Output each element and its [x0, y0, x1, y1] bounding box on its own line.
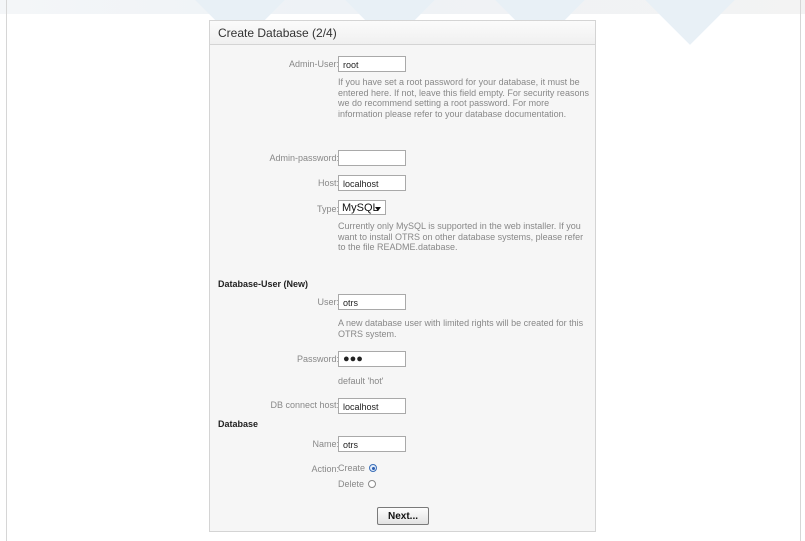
- database-type-selected-value: MySQL: [342, 202, 379, 214]
- action-delete-label: Delete: [338, 479, 365, 489]
- db-name-label: Name:: [312, 439, 339, 449]
- db-name-input[interactable]: [338, 436, 406, 452]
- action-create-option[interactable]: Create: [338, 462, 378, 474]
- action-create-label: Create: [338, 463, 366, 473]
- host-label: Host:: [317, 178, 339, 188]
- admin-user-help-text: If you have set a root password for your…: [338, 77, 589, 119]
- action-create-radio[interactable]: [369, 464, 378, 472]
- page-frame-right: [800, 0, 801, 541]
- host-input[interactable]: [338, 175, 406, 191]
- create-database-widget: Create Database (2/4) Admin-User: If you…: [209, 20, 596, 532]
- page-frame-left: [6, 0, 7, 541]
- admin-password-label: Admin-password:: [269, 153, 339, 163]
- db-connect-host-label: DB connect host:: [270, 400, 339, 410]
- db-connect-host-input[interactable]: [338, 398, 406, 414]
- chevron-down-icon: [375, 207, 381, 211]
- admin-password-input[interactable]: [338, 150, 406, 166]
- action-delete-radio[interactable]: [368, 480, 377, 488]
- db-password-input[interactable]: [338, 351, 406, 367]
- db-password-help-text: default 'hot': [338, 376, 384, 386]
- admin-user-input[interactable]: [338, 56, 406, 72]
- type-help-text: Currently only MySQL is supported in the…: [338, 221, 584, 252]
- widget-title: Create Database (2/4): [210, 21, 595, 45]
- admin-user-label: Admin-User:: [288, 59, 339, 69]
- type-label: Type:: [316, 204, 339, 214]
- database-type-select[interactable]: MySQL: [338, 200, 386, 215]
- db-password-label: Password:: [296, 354, 339, 364]
- action-delete-option[interactable]: Delete: [338, 478, 377, 490]
- db-user-input[interactable]: [338, 294, 406, 310]
- database-section-title: Database: [218, 419, 259, 429]
- database-user-section-title: Database-User (New): [218, 279, 309, 289]
- db-user-help-text: A new database user with limited rights …: [338, 318, 584, 339]
- db-user-label: User:: [317, 297, 339, 307]
- next-button[interactable]: Next...: [377, 507, 429, 525]
- action-label: Action:: [311, 464, 339, 474]
